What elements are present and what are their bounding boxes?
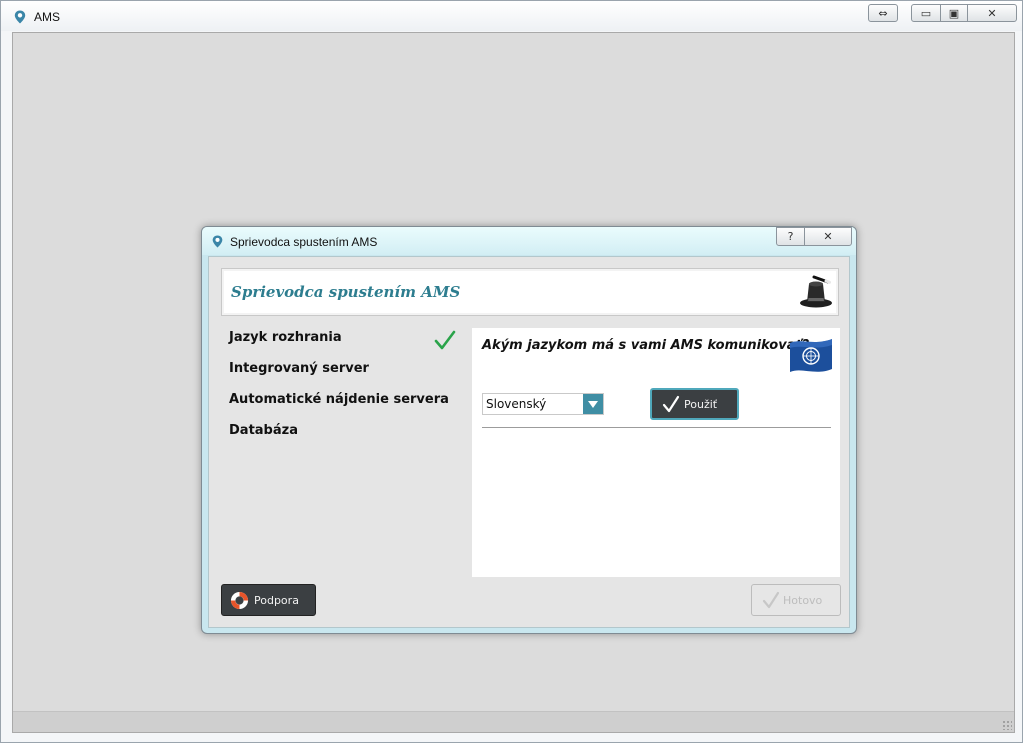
window-controls: ▭ ▣ ✕ — [911, 4, 1017, 22]
close-button[interactable]: ✕ — [967, 4, 1017, 22]
dialog-close-button[interactable]: ✕ — [804, 227, 852, 246]
close-icon: ✕ — [823, 230, 833, 243]
un-flag-icon — [790, 339, 832, 372]
lifebuoy-icon — [230, 591, 249, 610]
language-select[interactable]: Slovenský — [482, 393, 604, 415]
language-question: Akým jazykom má s vami AMS komunikovať? — [482, 338, 810, 353]
checkmark-icon — [662, 395, 680, 413]
checkmark-icon — [762, 591, 780, 609]
minimize-icon: ▭ — [920, 6, 932, 20]
done-button[interactable]: Hotovo — [751, 584, 841, 616]
dialog-title-bar[interactable]: Sprievodca spustením AMS ? ✕ — [202, 227, 856, 255]
divider — [482, 427, 831, 428]
apply-button[interactable]: Použiť — [650, 388, 739, 420]
step-automatic-server-discovery[interactable]: Automatické nájdenie servera — [229, 392, 449, 407]
step-content-panel: Akým jazykom má s vami AMS komunikovať? … — [472, 328, 840, 577]
done-button-label: Hotovo — [783, 594, 823, 607]
step-database[interactable]: Databáza — [229, 423, 298, 438]
apply-button-label: Použiť — [684, 398, 718, 411]
location-pin-icon — [212, 235, 223, 248]
support-button[interactable]: Podpora — [221, 584, 316, 616]
resize-button[interactable]: ⇔ — [868, 4, 898, 22]
close-icon: ✕ — [987, 6, 997, 20]
wizard-header-title: Sprievodca spustením AMS — [231, 283, 461, 301]
checkmark-icon — [434, 330, 456, 350]
dialog-controls: ? ✕ — [776, 227, 852, 246]
minimize-button[interactable]: ▭ — [911, 4, 941, 22]
status-bar — [13, 711, 1014, 732]
outer-window-title: AMS — [34, 10, 61, 24]
help-button[interactable]: ? — [776, 227, 805, 246]
dialog-body: Sprievodca spustením AMS Jazyk rozhrania… — [208, 256, 850, 628]
maximize-icon: ▣ — [948, 6, 960, 20]
language-select-value: Slovenský — [486, 397, 547, 411]
location-pin-icon — [14, 10, 26, 24]
resize-grip-icon[interactable] — [1002, 720, 1012, 730]
dropdown-arrow-icon[interactable] — [583, 394, 603, 414]
support-button-label: Podpora — [254, 594, 299, 607]
magic-hat-icon — [800, 275, 832, 308]
wizard-header: Sprievodca spustením AMS — [221, 268, 839, 316]
maximize-button[interactable]: ▣ — [940, 4, 968, 22]
dialog-title: Sprievodca spustením AMS — [230, 235, 378, 249]
step-integrated-server[interactable]: Integrovaný server — [229, 361, 369, 376]
startup-wizard-dialog: Sprievodca spustením AMS ? ✕ Sprievodca … — [201, 226, 857, 634]
outer-title-bar[interactable]: AMS ⇔ ▭ ▣ ✕ — [1, 1, 1022, 31]
step-interface-language[interactable]: Jazyk rozhrania — [229, 330, 342, 345]
resize-arrows-icon: ⇔ — [878, 6, 888, 20]
help-icon: ? — [787, 230, 794, 243]
